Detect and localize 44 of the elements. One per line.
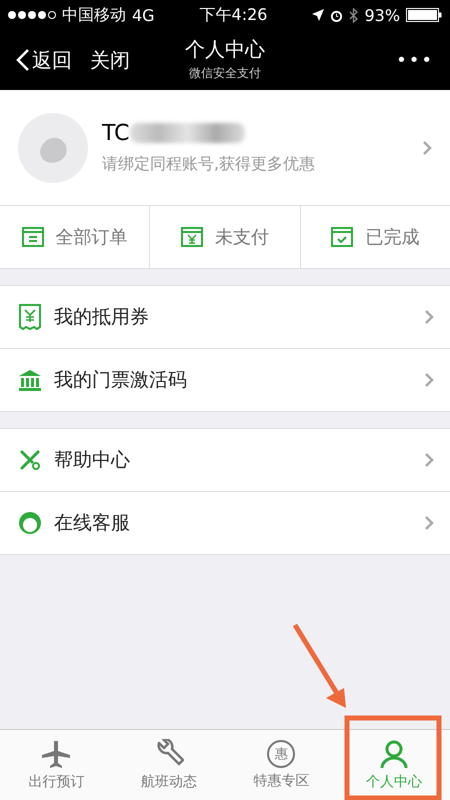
bind-account-hint: 请绑定同程账号,获得更多优惠: [102, 154, 316, 174]
list-icon: [22, 227, 44, 247]
battery-percent: 93%: [364, 6, 400, 24]
discount-badge-icon: 惠: [267, 740, 296, 768]
network-type: 4G: [132, 6, 155, 24]
menu-label: 我的门票激活码: [54, 368, 188, 393]
menu-item[interactable]: 在线客服: [0, 492, 450, 554]
menu-item[interactable]: 我的门票激活码: [0, 349, 450, 411]
location-icon: [312, 9, 324, 21]
chevron-icon: [424, 372, 434, 388]
more-button[interactable]: •••: [392, 50, 438, 70]
chevron-icon: [424, 515, 434, 531]
menu-item[interactable]: 我的抵用券: [0, 286, 450, 349]
receipt-icon: [18, 303, 42, 331]
signal-icon: [8, 11, 56, 19]
agent-icon: [18, 511, 42, 535]
tools-icon: [18, 448, 42, 472]
page-subtitle: 微信安全支付: [189, 65, 261, 82]
check-icon: [331, 227, 354, 247]
carrier-name: 中国移动: [62, 4, 126, 26]
menu-item[interactable]: 帮助中心: [0, 429, 450, 492]
alarm-icon: [330, 8, 344, 22]
tab-bar-item[interactable]: 出行预订: [0, 730, 112, 800]
chevron-icon: [424, 309, 434, 325]
clock: 下午4:26: [200, 4, 268, 26]
battery-icon: [406, 8, 442, 22]
yuan-icon: [180, 227, 203, 247]
menu-label: 我的抵用券: [54, 305, 150, 330]
tab-bar-item[interactable]: 惠 特惠专区: [225, 730, 338, 800]
chevron-icon: [422, 140, 432, 156]
page-title: 个人中心: [185, 36, 265, 63]
chevron-icon: [424, 452, 434, 468]
menu-label: 帮助中心: [54, 448, 131, 473]
person-icon: [378, 739, 409, 769]
tab-bar-item[interactable]: 航班动态: [112, 730, 225, 800]
close-button[interactable]: 关闭: [86, 46, 134, 74]
back-icon: [16, 48, 30, 72]
plane-icon: [41, 739, 72, 769]
profile-card[interactable]: TC 请绑定同程账号,获得更多优惠: [0, 90, 450, 206]
menu-label: 在线客服: [54, 511, 131, 536]
bluetooth-icon: [349, 8, 358, 22]
user-name: TC: [102, 120, 130, 146]
bank-icon: [18, 368, 42, 392]
back-button[interactable]: 返回: [12, 46, 76, 74]
